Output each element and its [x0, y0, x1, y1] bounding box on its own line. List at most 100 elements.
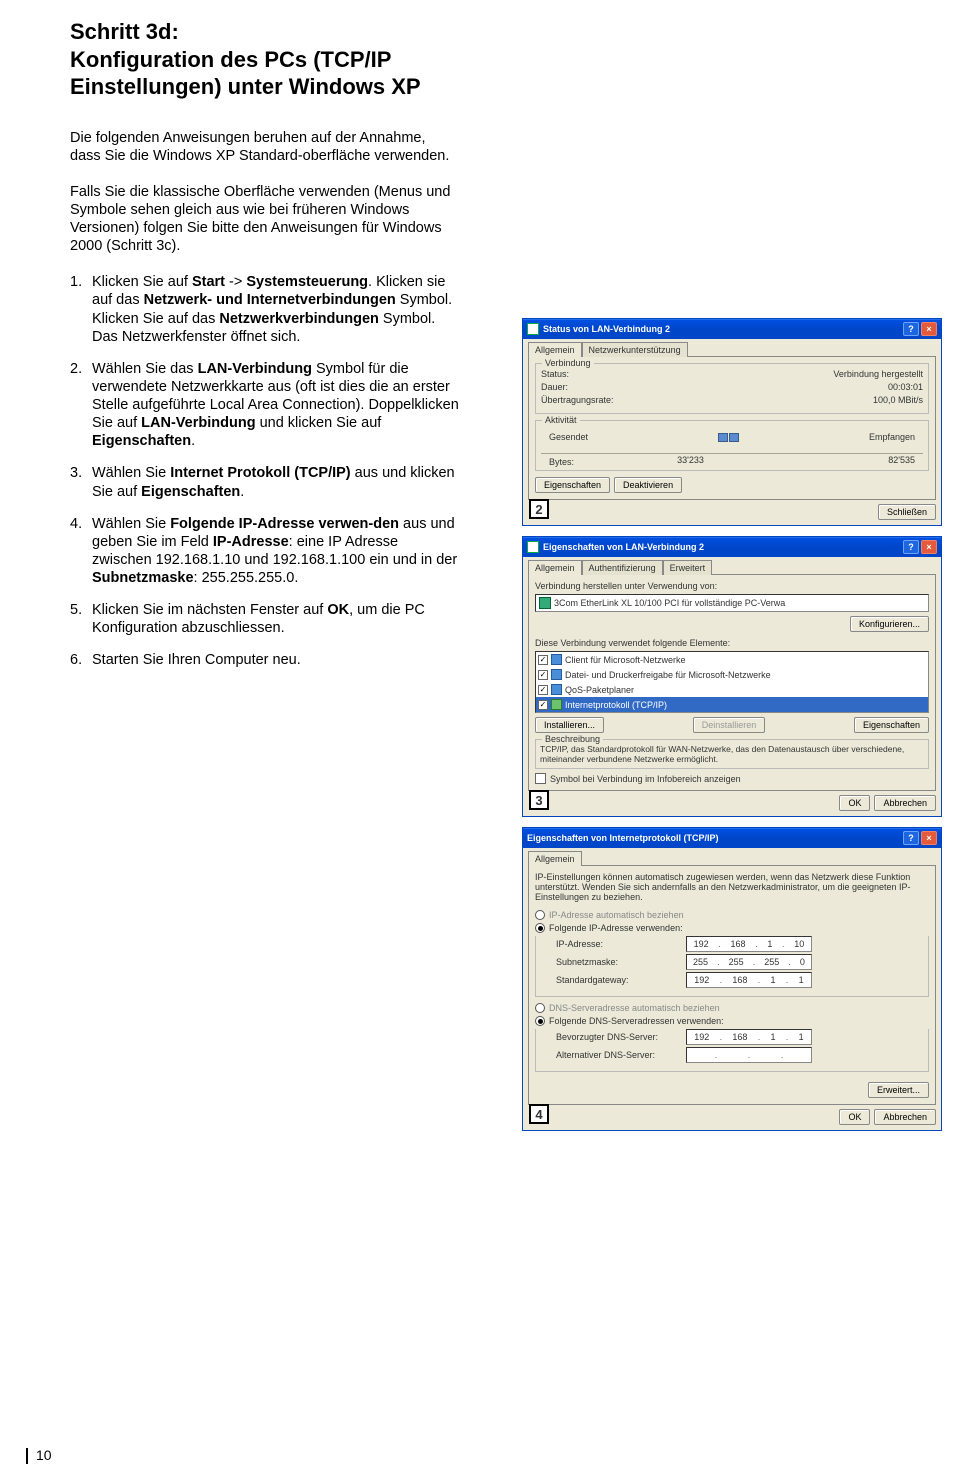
connection-icon — [527, 541, 539, 553]
dialog-titlebar[interactable]: Eigenschaften von LAN-Verbindung 2 ? × — [523, 537, 941, 557]
status-value: Verbindung hergestellt — [833, 369, 923, 379]
subnet-mask-label: Subnetzmaske: — [556, 957, 686, 967]
service-icon — [551, 684, 562, 695]
intro-paragraph-2: Falls Sie die klassische Oberfläche verw… — [70, 183, 460, 256]
radio-auto-dns — [535, 1003, 545, 1013]
received-label: Empfangen — [869, 432, 915, 442]
network-adapter-box: 3Com EtherLink XL 10/100 PCI für vollstä… — [535, 594, 929, 612]
list-item[interactable]: ✓Client für Microsoft-Netzwerke — [536, 652, 928, 667]
gateway-input[interactable]: 192.168.1.1 — [686, 972, 812, 988]
step-3: 3. Wählen Sie Internet Protokoll (TCP/IP… — [70, 464, 460, 500]
radio-auto-ip — [535, 910, 545, 920]
radio-manual-dns[interactable] — [535, 1016, 545, 1026]
activity-group-legend: Aktivität — [542, 415, 580, 425]
tray-icon-label: Symbol bei Verbindung im Infobereich anz… — [550, 774, 741, 784]
lan-status-dialog: Status von LAN-Verbindung 2 ? × Allgemei… — [522, 318, 942, 526]
dns1-input[interactable]: 192.168.1.1 — [686, 1029, 812, 1045]
step-heading: Schritt 3d: Konfiguration des PCs (TCP/I… — [70, 18, 460, 101]
bytes-label: Bytes: — [549, 457, 574, 467]
service-icon — [551, 669, 562, 680]
tab-authentication[interactable]: Authentifizierung — [582, 560, 663, 575]
help-button[interactable]: ? — [903, 831, 919, 845]
dialog-title: Status von LAN-Verbindung 2 — [543, 324, 670, 334]
connection-icon — [527, 323, 539, 335]
duration-label: Dauer: — [541, 382, 888, 392]
close-icon[interactable]: × — [921, 540, 937, 554]
list-item-selected[interactable]: ✓Internetprotokoll (TCP/IP) — [536, 697, 928, 712]
sent-label: Gesendet — [549, 432, 588, 442]
cancel-button[interactable]: Abbrechen — [874, 795, 936, 811]
step-6: 6. Starten Sie Ihren Computer neu. — [70, 651, 460, 669]
adapter-name: 3Com EtherLink XL 10/100 PCI für vollstä… — [554, 598, 785, 608]
speed-label: Übertragungsrate: — [541, 395, 873, 405]
callout-badge-4: 4 — [529, 1104, 549, 1124]
ip-address-input[interactable]: 192.168.1.10 — [686, 936, 812, 952]
duration-value: 00:03:01 — [888, 382, 923, 392]
callout-badge-2: 2 — [529, 499, 549, 519]
callout-badge-3: 3 — [529, 790, 549, 810]
list-item[interactable]: ✓QoS-Paketplaner — [536, 682, 928, 697]
close-button[interactable]: Schließen — [878, 504, 936, 520]
uninstall-button: Deinstallieren — [693, 717, 766, 733]
tab-general[interactable]: Allgemein — [528, 342, 582, 357]
tab-general[interactable]: Allgemein — [528, 851, 582, 866]
radio-manual-ip[interactable] — [535, 923, 545, 933]
dns1-label: Bevorzugter DNS-Server: — [556, 1032, 686, 1042]
install-button[interactable]: Installieren... — [535, 717, 604, 733]
dialog-title: Eigenschaften von Internetprotokoll (TCP… — [527, 833, 719, 843]
help-button[interactable]: ? — [903, 540, 919, 554]
tab-advanced[interactable]: Erweitert — [663, 560, 713, 575]
radio-manual-dns-label: Folgende DNS-Serveradressen verwenden: — [549, 1016, 724, 1026]
tray-icon-checkbox[interactable] — [535, 773, 546, 784]
step-1: 1. Klicken Sie auf Start -> Systemsteuer… — [70, 273, 460, 346]
properties-button[interactable]: Eigenschaften — [854, 717, 929, 733]
tcpip-blurb: IP-Einstellungen können automatisch zuge… — [535, 872, 929, 902]
radio-manual-ip-label: Folgende IP-Adresse verwenden: — [549, 923, 683, 933]
description-legend: Beschreibung — [542, 734, 603, 744]
help-button[interactable]: ? — [903, 322, 919, 336]
bytes-received: 82'535 — [888, 455, 915, 465]
radio-auto-dns-label: DNS-Serveradresse automatisch beziehen — [549, 1003, 720, 1013]
tcpip-properties-dialog: Eigenschaften von Internetprotokoll (TCP… — [522, 827, 942, 1131]
gateway-label: Standardgateway: — [556, 975, 686, 985]
advanced-button[interactable]: Erweitert... — [868, 1082, 929, 1098]
cancel-button[interactable]: Abbrechen — [874, 1109, 936, 1125]
connection-group-legend: Verbindung — [542, 358, 594, 368]
ok-button[interactable]: OK — [839, 795, 870, 811]
close-icon[interactable]: × — [921, 831, 937, 845]
description-text: TCP/IP, das Standardprotokoll für WAN-Ne… — [540, 744, 904, 764]
tab-general[interactable]: Allgemein — [528, 560, 582, 575]
bytes-sent: 33'233 — [677, 455, 704, 465]
network-activity-icon — [715, 426, 741, 448]
speed-value: 100,0 MBit/s — [873, 395, 923, 405]
dialog-titlebar[interactable]: Eigenschaften von Internetprotokoll (TCP… — [523, 828, 941, 848]
subnet-mask-input[interactable]: 255.255.255.0 — [686, 954, 812, 970]
tab-network-support[interactable]: Netzwerkunterstützung — [582, 342, 688, 357]
step-5: 5. Klicken Sie im nächsten Fenster auf O… — [70, 601, 460, 637]
lan-properties-dialog: Eigenschaften von LAN-Verbindung 2 ? × A… — [522, 536, 942, 817]
dialog-titlebar[interactable]: Status von LAN-Verbindung 2 ? × — [523, 319, 941, 339]
ip-address-label: IP-Adresse: — [556, 939, 686, 949]
components-listbox[interactable]: ✓Client für Microsoft-Netzwerke ✓Datei- … — [535, 651, 929, 713]
page-number: 10 — [26, 1447, 52, 1464]
dns2-label: Alternativer DNS-Server: — [556, 1050, 686, 1060]
disable-button[interactable]: Deaktivieren — [614, 477, 682, 493]
connect-using-label: Verbindung herstellen unter Verwendung v… — [535, 581, 929, 591]
dialog-title: Eigenschaften von LAN-Verbindung 2 — [543, 542, 704, 552]
list-item[interactable]: ✓Datei- und Druckerfreigabe für Microsof… — [536, 667, 928, 682]
properties-button[interactable]: Eigenschaften — [535, 477, 610, 493]
ok-button[interactable]: OK — [839, 1109, 870, 1125]
status-label: Status: — [541, 369, 833, 379]
instruction-list: 1. Klicken Sie auf Start -> Systemsteuer… — [70, 273, 460, 669]
close-icon[interactable]: × — [921, 322, 937, 336]
step-4: 4. Wählen Sie Folgende IP-Adresse verwen… — [70, 515, 460, 588]
nic-icon — [539, 597, 551, 609]
protocol-icon — [551, 699, 562, 710]
intro-paragraph-1: Die folgenden Anweisungen beruhen auf de… — [70, 129, 460, 165]
client-icon — [551, 654, 562, 665]
radio-auto-ip-label: IP-Adresse automatisch beziehen — [549, 910, 684, 920]
configure-button[interactable]: Konfigurieren... — [850, 616, 929, 632]
dns2-input[interactable]: ... — [686, 1047, 812, 1063]
step-2: 2. Wählen Sie das LAN-Verbindung Symbol … — [70, 360, 460, 451]
elements-label: Diese Verbindung verwendet folgende Elem… — [535, 638, 929, 648]
